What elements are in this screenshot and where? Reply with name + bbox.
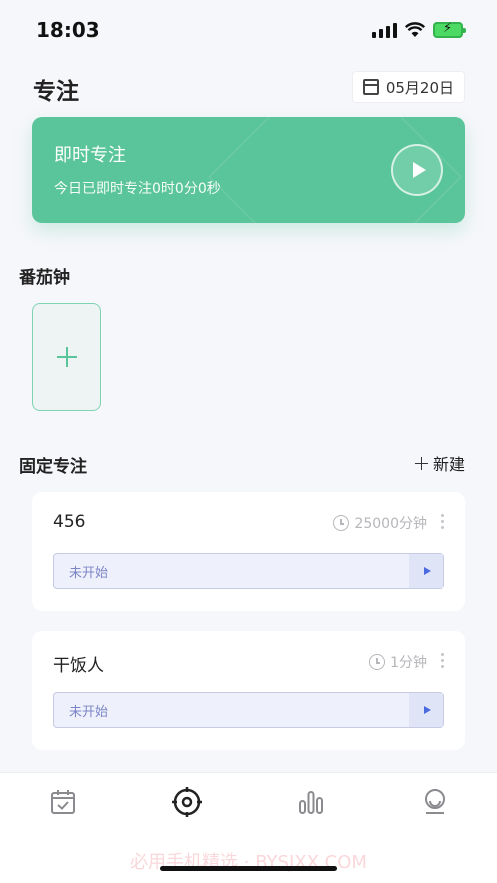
wifi-icon — [405, 22, 425, 37]
task-status-bar: 未开始 — [53, 692, 444, 728]
plus-icon — [56, 347, 77, 367]
task-name: 456 — [53, 512, 86, 532]
tomato-section-title: 番茄钟 — [19, 268, 70, 288]
add-tomato-button[interactable] — [32, 303, 101, 411]
tab-focus[interactable] — [170, 785, 204, 819]
task-status-label: 未开始 — [69, 704, 109, 720]
task-card[interactable]: 456 25000分钟 未开始 — [32, 492, 465, 611]
instant-focus-play-button[interactable] — [391, 144, 443, 196]
task-duration: 1分钟 — [369, 652, 427, 672]
task-status-bar: 未开始 — [53, 553, 444, 589]
clock-icon — [333, 515, 350, 531]
play-icon — [423, 706, 431, 714]
tab-stats[interactable] — [294, 785, 328, 819]
status-icons: ⚡ — [372, 21, 466, 38]
fixed-focus-section-title: 固定专注 — [19, 457, 87, 477]
task-status-label: 未开始 — [69, 565, 109, 581]
instant-focus-title: 即时专注 — [54, 145, 126, 166]
more-options-icon[interactable] — [441, 653, 445, 668]
tab-profile[interactable] — [418, 785, 452, 819]
clock-icon — [369, 654, 386, 670]
profile-icon — [425, 789, 445, 814]
home-indicator[interactable] — [160, 866, 337, 871]
calendar-check-icon — [51, 790, 75, 814]
instant-focus-subtitle: 今日已即时专注0时0分0秒 — [54, 181, 221, 197]
cellular-signal-icon — [372, 22, 397, 38]
date-picker-button[interactable]: 05月20日 — [351, 71, 465, 103]
task-name: 干饭人 — [53, 656, 104, 676]
instant-focus-card[interactable]: 即时专注 今日已即时专注0时0分0秒 — [32, 117, 465, 223]
target-icon — [172, 787, 202, 817]
task-duration-label: 1分钟 — [390, 655, 427, 671]
status-time: 18:03 — [36, 18, 100, 42]
task-start-button[interactable] — [409, 554, 443, 588]
more-options-icon[interactable] — [441, 514, 445, 529]
battery-icon: ⚡ — [433, 21, 466, 38]
task-duration: 25000分钟 — [333, 513, 427, 533]
page-title: 专注 — [33, 79, 79, 105]
tab-todo[interactable] — [46, 785, 80, 819]
new-button-label: 新建 — [432, 455, 465, 474]
play-icon — [423, 567, 431, 575]
date-label: 05月20日 — [385, 78, 454, 97]
plus-icon — [414, 456, 428, 470]
task-card[interactable]: 干饭人 1分钟 未开始 — [32, 631, 465, 750]
status-bar: 18:03 ⚡ — [0, 0, 497, 60]
bar-chart-icon — [299, 791, 323, 814]
new-fixed-focus-button[interactable]: 新建 — [414, 451, 465, 475]
task-start-button[interactable] — [409, 693, 443, 727]
task-duration-label: 25000分钟 — [354, 516, 427, 532]
play-icon — [412, 162, 426, 178]
calendar-icon — [362, 79, 379, 95]
